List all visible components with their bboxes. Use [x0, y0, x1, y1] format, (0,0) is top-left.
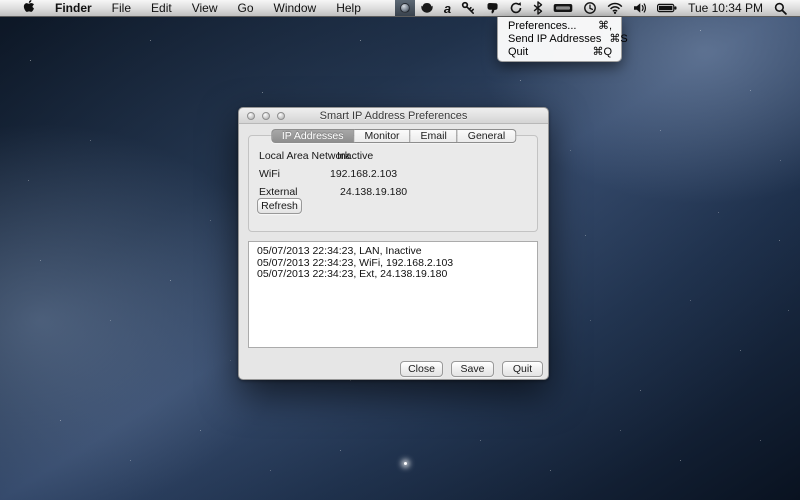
- menu-edit[interactable]: Edit: [141, 0, 182, 16]
- refresh-button[interactable]: Refresh: [257, 198, 302, 214]
- shortcut-send-ip: ⌘S: [609, 32, 627, 45]
- wifi-ip-value: 192.168.2.103: [330, 168, 397, 180]
- menu-window[interactable]: Window: [264, 0, 327, 16]
- keyboard-icon[interactable]: [548, 0, 578, 16]
- menu-go[interactable]: Go: [228, 0, 264, 16]
- menu-item-send-ip-addresses[interactable]: Send IP Addresses ⌘S: [498, 32, 621, 45]
- elephant-icon[interactable]: [480, 0, 504, 16]
- menu-bar: Finder File Edit View Go Window Help a: [0, 0, 800, 17]
- growl-icon[interactable]: [415, 0, 439, 16]
- wifi-label: WiFi: [259, 168, 280, 180]
- save-button[interactable]: Save: [451, 361, 494, 377]
- tab-email[interactable]: Email: [411, 129, 458, 143]
- menu-help[interactable]: Help: [326, 0, 371, 16]
- wifi-icon[interactable]: [602, 0, 628, 16]
- smart-ip-menu-extra[interactable]: [395, 0, 415, 16]
- apple-icon: [22, 0, 35, 17]
- tab-ip-addresses[interactable]: IP Addresses: [271, 129, 355, 143]
- quit-button[interactable]: Quit: [502, 361, 543, 377]
- menu-item-preferences[interactable]: Preferences... ⌘,: [498, 19, 621, 32]
- tab-bar: IP Addresses Monitor Email General: [271, 129, 516, 143]
- smart-ip-orb-icon: [400, 3, 410, 13]
- menu-bar-status-area: a: [395, 0, 800, 16]
- minimize-window-button[interactable]: [262, 112, 270, 120]
- external-label: External: [259, 186, 298, 198]
- tab-general[interactable]: General: [458, 129, 516, 143]
- menu-extra-dropdown: Preferences... ⌘, Send IP Addresses ⌘S Q…: [497, 17, 622, 62]
- time-machine-icon[interactable]: [578, 0, 602, 16]
- spotlight-icon[interactable]: [769, 0, 792, 16]
- menu-bar-clock[interactable]: Tue 10:34 PM: [682, 1, 769, 15]
- volume-icon[interactable]: [628, 0, 652, 16]
- preferences-window: Smart IP Address Preferences IP Addresse…: [238, 107, 549, 380]
- tab-monitor[interactable]: Monitor: [355, 129, 411, 143]
- shortcut-preferences: ⌘,: [598, 19, 612, 32]
- window-title-bar[interactable]: Smart IP Address Preferences: [239, 108, 548, 124]
- menu-file[interactable]: File: [102, 0, 141, 16]
- traffic-lights: [239, 112, 285, 120]
- bluetooth-icon[interactable]: [528, 0, 548, 16]
- menu-finder[interactable]: Finder: [45, 0, 102, 16]
- battery-icon[interactable]: [652, 0, 682, 16]
- sync-icon[interactable]: [504, 0, 528, 16]
- menu-view[interactable]: View: [182, 0, 228, 16]
- lan-status: Inactive: [337, 150, 373, 162]
- desktop: Finder File Edit View Go Window Help a: [0, 0, 800, 500]
- log-line: 05/07/2013 22:34:23, LAN, Inactive: [257, 246, 537, 258]
- ip-addresses-group-box: Local Area Network Inactive WiFi 192.168…: [248, 135, 538, 232]
- menu-bar-left: Finder File Edit View Go Window Help: [0, 0, 371, 16]
- key-icon[interactable]: [456, 0, 480, 16]
- log-text-area[interactable]: 05/07/2013 22:34:23, LAN, Inactive 05/07…: [248, 241, 538, 348]
- letter-a-icon[interactable]: a: [439, 0, 456, 16]
- menu-item-quit[interactable]: Quit ⌘Q: [498, 45, 621, 58]
- window-title: Smart IP Address Preferences: [239, 110, 548, 122]
- close-window-button[interactable]: [247, 112, 255, 120]
- external-ip-value: 24.138.19.180: [340, 186, 407, 198]
- wifi-row: WiFi 192.168.2.103: [259, 168, 280, 180]
- zoom-window-button[interactable]: [277, 112, 285, 120]
- lan-row: Local Area Network Inactive: [259, 150, 350, 162]
- close-button[interactable]: Close: [400, 361, 443, 377]
- external-row: External 24.138.19.180: [259, 186, 298, 198]
- apple-menu[interactable]: [12, 0, 45, 16]
- bright-star: [404, 462, 407, 465]
- log-line: 05/07/2013 22:34:23, Ext, 24.138.19.180: [257, 269, 537, 281]
- shortcut-quit: ⌘Q: [592, 45, 612, 58]
